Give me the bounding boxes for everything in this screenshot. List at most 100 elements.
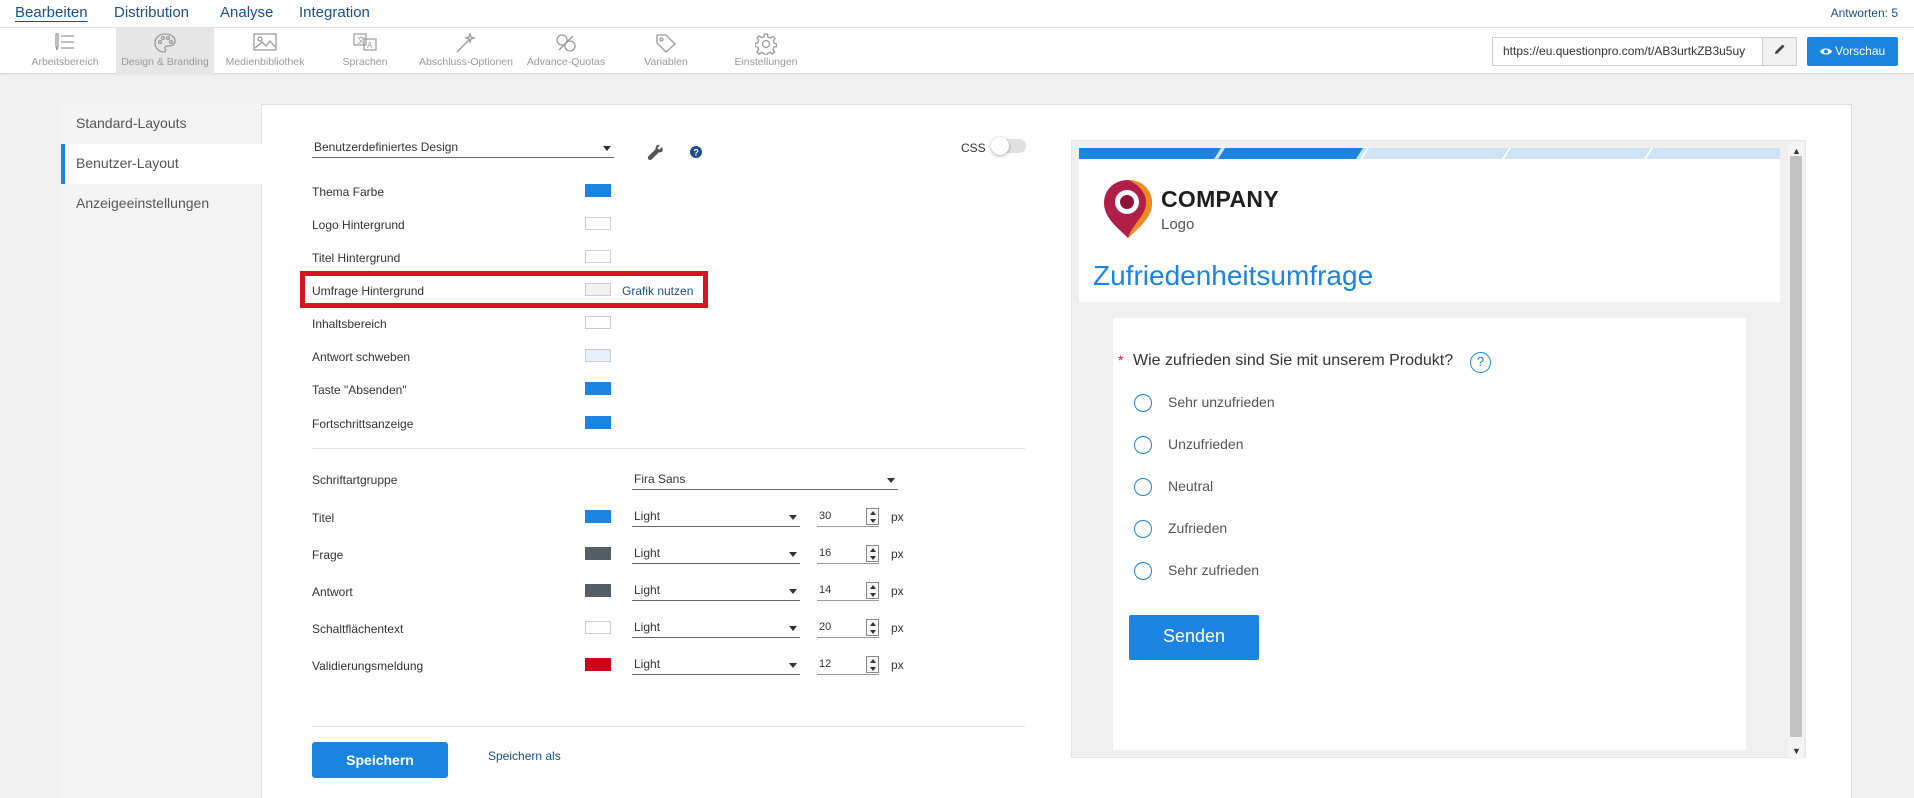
font-size-stepper[interactable]: 20 (817, 618, 879, 638)
tool-arbeitsbereich[interactable]: Arbeitsbereich (20, 28, 110, 74)
font-group-select[interactable]: Fira Sans (632, 470, 898, 490)
survey-url-field[interactable]: https://eu.questionpro.com/t/AB3urtkZB3u… (1492, 37, 1797, 66)
image-icon (216, 28, 314, 54)
tool-einstellungen[interactable]: Einstellungen (720, 28, 812, 74)
color-swatch-fortschrittsanzeige[interactable] (585, 416, 611, 429)
use-graphic-link[interactable]: Grafik nutzen (622, 284, 693, 298)
tag-icon (620, 28, 712, 54)
color-label-inhaltsbereich: Inhaltsbereich (312, 317, 387, 331)
answers-count[interactable]: Antworten: 5 (1831, 6, 1898, 20)
font-weight-select[interactable]: Light (632, 581, 800, 601)
answer-radio[interactable] (1134, 436, 1152, 454)
tool-advance-quotas[interactable]: Advance-Quotas (522, 28, 610, 74)
font-weight-select[interactable]: Light (632, 618, 800, 638)
font-size-stepper[interactable]: 30 (817, 507, 879, 527)
section-divider (312, 448, 1025, 449)
font-weight-select[interactable]: Light (632, 655, 800, 675)
font-color-swatch[interactable] (585, 547, 611, 560)
preview-button[interactable]: Vorschau (1807, 37, 1898, 66)
font-label: Schaltflächentext (312, 622, 404, 636)
survey-url[interactable]: https://eu.questionpro.com/t/AB3urtkZB3u… (1503, 44, 1763, 58)
font-size-stepper[interactable]: 14 (817, 581, 879, 601)
font-weight-value: Light (634, 509, 661, 523)
color-swatch-antwort-schweben[interactable] (585, 349, 611, 362)
answer-radio[interactable] (1134, 520, 1152, 538)
font-color-swatch[interactable] (585, 658, 611, 671)
tool-design-branding[interactable]: Design & Branding (116, 28, 214, 74)
tab-bearbeiten[interactable]: Bearbeiten (15, 4, 88, 21)
tool-variablen[interactable]: Variablen (620, 28, 712, 74)
save-as-link[interactable]: Speichern als (488, 749, 561, 763)
quota-icon (522, 28, 610, 54)
answer-label[interactable]: Sehr zufrieden (1168, 562, 1259, 578)
font-size-value: 12 (819, 658, 832, 670)
question-help-icon[interactable]: ? (1470, 352, 1491, 373)
font-label: Frage (312, 548, 344, 562)
answer-radio[interactable] (1134, 478, 1152, 496)
color-label-titel-hintergrund: Titel Hintergrund (312, 251, 401, 265)
scrollbar-thumb[interactable] (1790, 156, 1802, 737)
font-label: Titel (312, 511, 335, 525)
company-logo-text: Logo (1161, 216, 1195, 233)
font-group-label: Schriftartgruppe (312, 473, 398, 487)
tool-abschluss-optionen[interactable]: Abschluss-Optionen (414, 28, 518, 74)
tool-medienbibliothek[interactable]: Medienbibliothek (216, 28, 314, 74)
color-swatch-taste-absenden[interactable] (585, 382, 611, 395)
required-mark: * (1118, 352, 1124, 368)
font-size-stepper[interactable]: 16 (817, 544, 879, 564)
font-color-swatch[interactable] (585, 621, 611, 634)
sidenav-standard-layouts[interactable]: Standard-Layouts (61, 104, 262, 144)
eye-icon (1819, 44, 1835, 58)
svg-text:文: 文 (357, 35, 365, 45)
answer-radio[interactable] (1134, 562, 1152, 580)
save-button[interactable]: Speichern (312, 742, 448, 778)
answer-radio[interactable] (1134, 394, 1152, 412)
submit-button[interactable]: Senden (1129, 615, 1259, 660)
color-swatch-titel-hintergrund[interactable] (585, 250, 611, 263)
tool-label: Design & Branding (121, 56, 209, 68)
preview-scrollbar[interactable]: ▲ ▼ (1788, 142, 1804, 759)
svg-text:?: ? (693, 148, 699, 158)
font-color-swatch[interactable] (585, 510, 611, 523)
css-toggle[interactable] (991, 137, 1026, 155)
font-size-stepper[interactable]: 12 (817, 655, 879, 675)
stepper-arrows-icon[interactable] (866, 582, 879, 599)
stepper-arrows-icon[interactable] (866, 508, 879, 525)
answer-label[interactable]: Zufrieden (1168, 520, 1227, 536)
sidenav-benutzer-layout[interactable]: Benutzer-Layout (61, 144, 262, 184)
color-swatch-inhaltsbereich[interactable] (585, 316, 611, 329)
color-label-taste-absenden: Taste "Absenden" (312, 383, 407, 397)
font-weight-select[interactable]: Light (632, 507, 800, 527)
color-label-logo-hintergrund: Logo Hintergrund (312, 218, 405, 232)
font-size-unit: px (891, 510, 904, 524)
tab-integration[interactable]: Integration (299, 4, 370, 21)
stepper-arrows-icon[interactable] (866, 656, 879, 673)
stepper-arrows-icon[interactable] (866, 619, 879, 636)
answer-label[interactable]: Sehr unzufrieden (1168, 394, 1275, 410)
scroll-down-icon[interactable]: ▼ (1792, 746, 1801, 756)
color-swatch-logo-hintergrund[interactable] (585, 217, 611, 230)
font-size-value: 14 (819, 584, 832, 596)
color-swatch-thema-farbe[interactable] (585, 184, 611, 197)
top-navigation: Bearbeiten Distribution Analyse Integrat… (0, 0, 1914, 28)
design-select[interactable]: Benutzerdefiniertes Design (312, 138, 614, 158)
font-weight-select[interactable]: Light (632, 544, 800, 564)
sidenav-anzeigeeinstellungen[interactable]: Anzeigeeinstellungen (61, 184, 262, 224)
font-color-swatch[interactable] (585, 584, 611, 597)
color-swatch-umfrage-hintergrund[interactable] (585, 283, 611, 296)
pencil-icon[interactable] (1762, 38, 1796, 65)
color-label-thema-farbe: Thema Farbe (312, 185, 385, 199)
wrench-icon[interactable] (647, 144, 664, 164)
tab-distribution[interactable]: Distribution (114, 4, 189, 21)
tool-sprachen[interactable]: 文A Sprachen (318, 28, 412, 74)
tab-analyse[interactable]: Analyse (220, 4, 273, 21)
color-label-fortschrittsanzeige: Fortschrittsanzeige (312, 417, 414, 431)
svg-text:A: A (367, 41, 373, 50)
answer-label[interactable]: Unzufrieden (1168, 436, 1244, 452)
stepper-arrows-icon[interactable] (866, 545, 879, 562)
scroll-up-icon[interactable]: ▲ (1792, 146, 1801, 156)
answer-label[interactable]: Neutral (1168, 478, 1213, 494)
help-icon[interactable]: ? (690, 146, 702, 161)
chevron-down-icon (789, 663, 797, 668)
tool-label: Advance-Quotas (526, 56, 606, 68)
